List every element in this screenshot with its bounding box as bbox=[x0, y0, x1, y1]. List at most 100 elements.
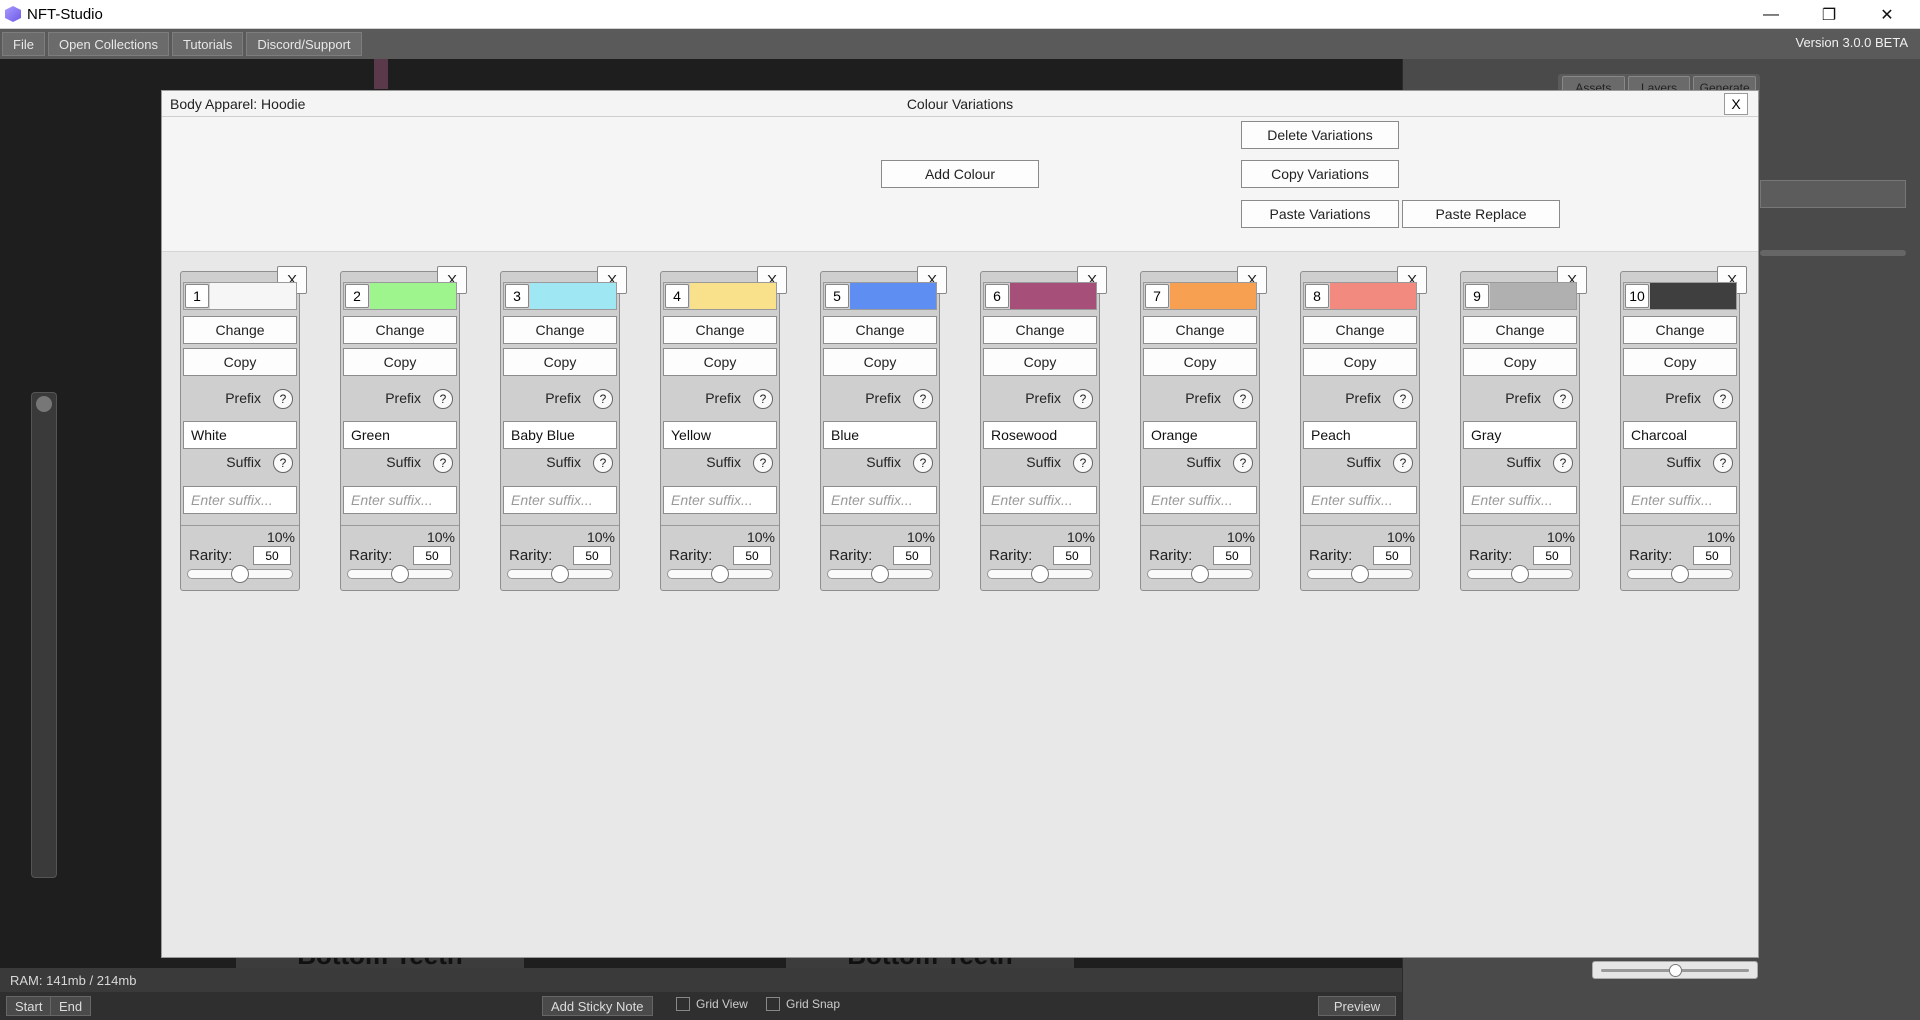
colour-swatch[interactable] bbox=[530, 283, 616, 309]
copy-colour-button[interactable]: Copy bbox=[1463, 348, 1577, 376]
prefix-help-icon[interactable]: ? bbox=[273, 389, 293, 409]
grid-snap-checkbox[interactable] bbox=[766, 997, 780, 1011]
prefix-input[interactable]: Yellow bbox=[663, 421, 777, 449]
prefix-help-icon[interactable]: ? bbox=[1553, 389, 1573, 409]
rarity-slider[interactable] bbox=[1307, 565, 1413, 583]
suffix-help-icon[interactable]: ? bbox=[1713, 453, 1733, 473]
suffix-input[interactable]: Enter suffix... bbox=[1463, 486, 1577, 514]
prefix-help-icon[interactable]: ? bbox=[913, 389, 933, 409]
rarity-slider[interactable] bbox=[1467, 565, 1573, 583]
colour-swatch[interactable] bbox=[1650, 283, 1736, 309]
close-window-button[interactable]: ✕ bbox=[1858, 0, 1916, 29]
rarity-slider[interactable] bbox=[1627, 565, 1733, 583]
prefix-help-icon[interactable]: ? bbox=[753, 389, 773, 409]
prefix-help-icon[interactable]: ? bbox=[593, 389, 613, 409]
restore-button[interactable]: ❐ bbox=[1800, 0, 1858, 29]
colour-swatch[interactable] bbox=[370, 283, 456, 309]
copy-variations-button[interactable]: Copy Variations bbox=[1241, 160, 1399, 188]
paste-replace-button[interactable]: Paste Replace bbox=[1402, 200, 1560, 228]
rarity-slider-thumb[interactable] bbox=[871, 565, 889, 583]
rarity-slider-thumb[interactable] bbox=[551, 565, 569, 583]
grid-view-checkbox[interactable] bbox=[676, 997, 690, 1011]
prefix-input[interactable]: Peach bbox=[1303, 421, 1417, 449]
change-colour-button[interactable]: Change bbox=[1303, 316, 1417, 344]
prefix-input[interactable]: White bbox=[183, 421, 297, 449]
rarity-value-input[interactable]: 50 bbox=[573, 546, 611, 565]
colour-swatch[interactable] bbox=[1010, 283, 1096, 309]
prefix-help-icon[interactable]: ? bbox=[433, 389, 453, 409]
right-panel-field[interactable] bbox=[1760, 180, 1906, 208]
rarity-slider[interactable] bbox=[987, 565, 1093, 583]
rarity-slider-thumb[interactable] bbox=[1191, 565, 1209, 583]
add-sticky-note-button[interactable]: Add Sticky Note bbox=[542, 996, 653, 1016]
rarity-value-input[interactable]: 50 bbox=[893, 546, 931, 565]
suffix-help-icon[interactable]: ? bbox=[1393, 453, 1413, 473]
suffix-input[interactable]: Enter suffix... bbox=[1303, 486, 1417, 514]
start-button[interactable]: Start bbox=[6, 996, 52, 1016]
prefix-help-icon[interactable]: ? bbox=[1713, 389, 1733, 409]
copy-colour-button[interactable]: Copy bbox=[1303, 348, 1417, 376]
rarity-slider[interactable] bbox=[187, 565, 293, 583]
rarity-slider[interactable] bbox=[667, 565, 773, 583]
menu-tutorials[interactable]: Tutorials bbox=[171, 32, 244, 56]
rarity-slider-thumb[interactable] bbox=[1511, 565, 1529, 583]
minimize-button[interactable]: — bbox=[1742, 0, 1800, 29]
rarity-slider[interactable] bbox=[827, 565, 933, 583]
rarity-slider-thumb[interactable] bbox=[1031, 565, 1049, 583]
colour-swatch[interactable] bbox=[1490, 283, 1576, 309]
end-button[interactable]: End bbox=[50, 996, 92, 1016]
prefix-input[interactable]: Rosewood bbox=[983, 421, 1097, 449]
grid-snap-toggle[interactable]: Grid Snap bbox=[766, 997, 840, 1011]
prefix-input[interactable]: Blue bbox=[823, 421, 937, 449]
suffix-help-icon[interactable]: ? bbox=[593, 453, 613, 473]
copy-colour-button[interactable]: Copy bbox=[663, 348, 777, 376]
prefix-help-icon[interactable]: ? bbox=[1233, 389, 1253, 409]
copy-colour-button[interactable]: Copy bbox=[1143, 348, 1257, 376]
suffix-input[interactable]: Enter suffix... bbox=[823, 486, 937, 514]
suffix-help-icon[interactable]: ? bbox=[753, 453, 773, 473]
copy-colour-button[interactable]: Copy bbox=[1623, 348, 1737, 376]
zoom-thumb[interactable] bbox=[1669, 964, 1682, 977]
suffix-input[interactable]: Enter suffix... bbox=[503, 486, 617, 514]
rarity-slider[interactable] bbox=[507, 565, 613, 583]
menu-file[interactable]: File bbox=[2, 32, 45, 56]
rarity-slider-thumb[interactable] bbox=[1351, 565, 1369, 583]
suffix-help-icon[interactable]: ? bbox=[433, 453, 453, 473]
colour-swatch[interactable] bbox=[690, 283, 776, 309]
grid-view-toggle[interactable]: Grid View bbox=[676, 997, 748, 1011]
preview-button[interactable]: Preview bbox=[1318, 996, 1396, 1016]
change-colour-button[interactable]: Change bbox=[503, 316, 617, 344]
rarity-value-input[interactable]: 50 bbox=[1693, 546, 1731, 565]
change-colour-button[interactable]: Change bbox=[1463, 316, 1577, 344]
suffix-input[interactable]: Enter suffix... bbox=[663, 486, 777, 514]
add-colour-button[interactable]: Add Colour bbox=[881, 160, 1039, 188]
rarity-slider-thumb[interactable] bbox=[231, 565, 249, 583]
change-colour-button[interactable]: Change bbox=[823, 316, 937, 344]
rarity-slider-thumb[interactable] bbox=[391, 565, 409, 583]
rarity-value-input[interactable]: 50 bbox=[1213, 546, 1251, 565]
change-colour-button[interactable]: Change bbox=[343, 316, 457, 344]
rarity-value-input[interactable]: 50 bbox=[733, 546, 771, 565]
change-colour-button[interactable]: Change bbox=[183, 316, 297, 344]
rarity-value-input[interactable]: 50 bbox=[1373, 546, 1411, 565]
rarity-slider[interactable] bbox=[347, 565, 453, 583]
prefix-input[interactable]: Green bbox=[343, 421, 457, 449]
rarity-slider-thumb[interactable] bbox=[711, 565, 729, 583]
delete-variations-button[interactable]: Delete Variations bbox=[1241, 121, 1399, 149]
prefix-input[interactable]: Baby Blue bbox=[503, 421, 617, 449]
colour-swatch[interactable] bbox=[850, 283, 936, 309]
copy-colour-button[interactable]: Copy bbox=[343, 348, 457, 376]
copy-colour-button[interactable]: Copy bbox=[983, 348, 1097, 376]
colour-swatch[interactable] bbox=[1170, 283, 1256, 309]
suffix-input[interactable]: Enter suffix... bbox=[983, 486, 1097, 514]
prefix-input[interactable]: Charcoal bbox=[1623, 421, 1737, 449]
rarity-value-input[interactable]: 50 bbox=[1533, 546, 1571, 565]
change-colour-button[interactable]: Change bbox=[663, 316, 777, 344]
suffix-help-icon[interactable]: ? bbox=[1553, 453, 1573, 473]
suffix-help-icon[interactable]: ? bbox=[1073, 453, 1093, 473]
change-colour-button[interactable]: Change bbox=[1143, 316, 1257, 344]
change-colour-button[interactable]: Change bbox=[1623, 316, 1737, 344]
change-colour-button[interactable]: Change bbox=[983, 316, 1097, 344]
prefix-help-icon[interactable]: ? bbox=[1393, 389, 1413, 409]
paste-variations-button[interactable]: Paste Variations bbox=[1241, 200, 1399, 228]
